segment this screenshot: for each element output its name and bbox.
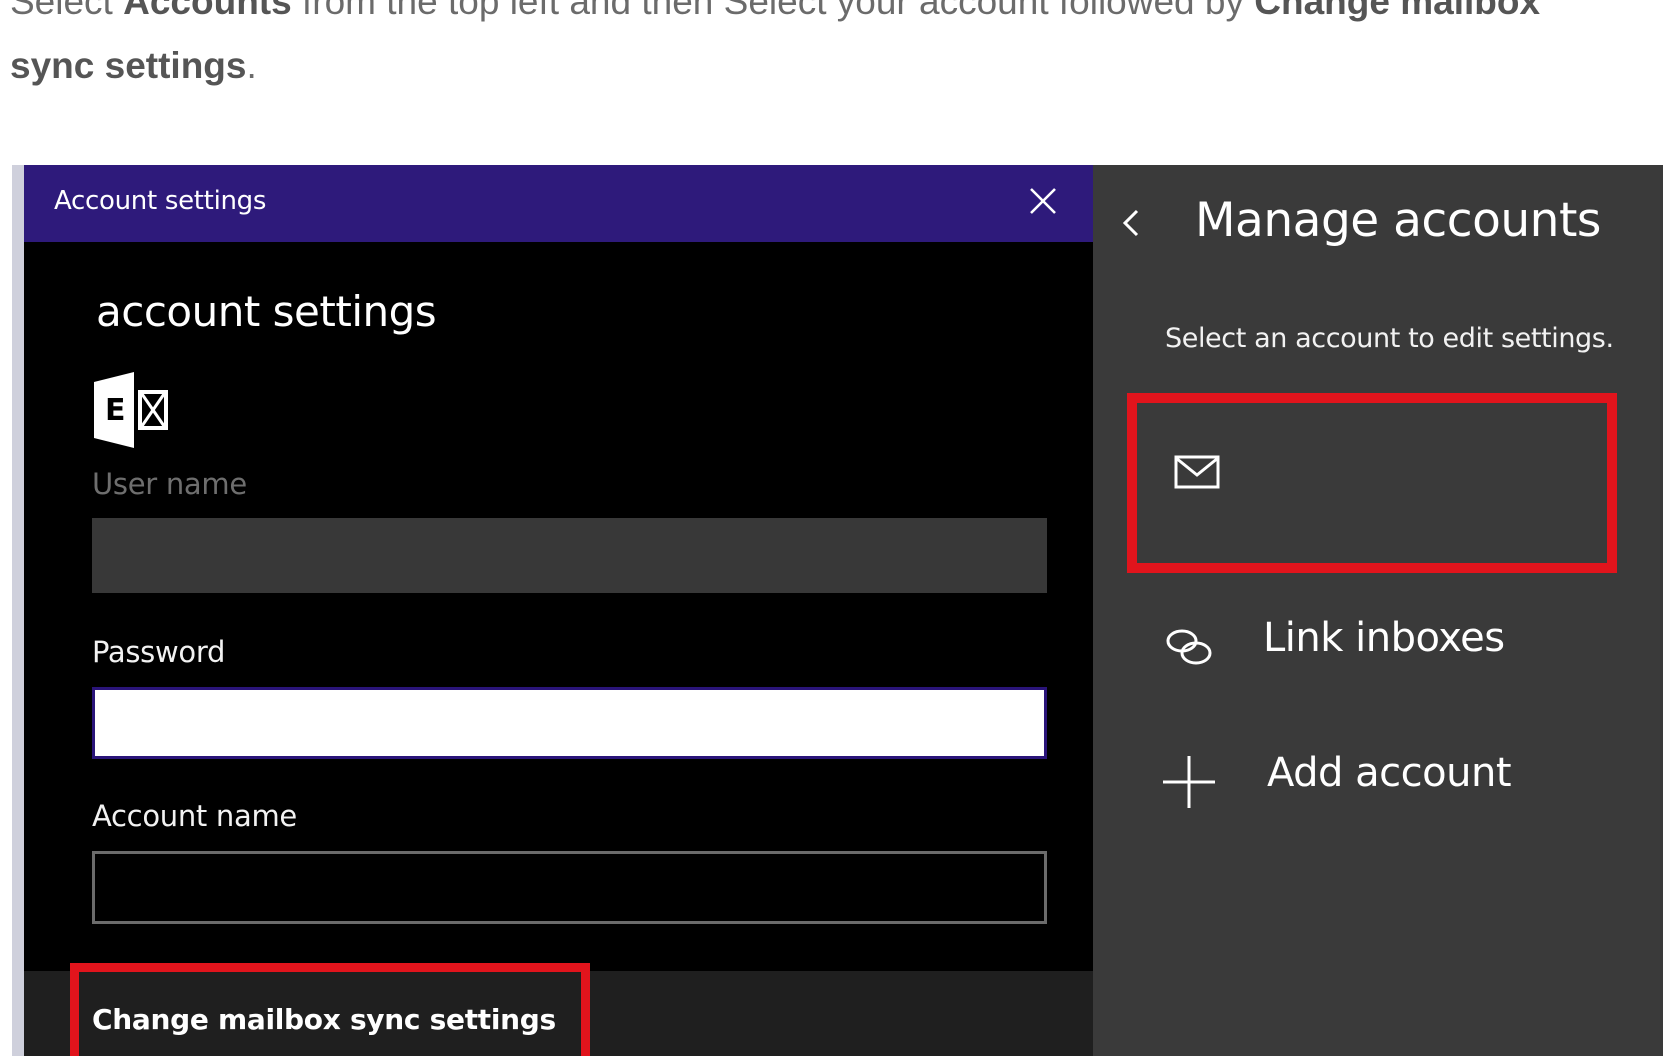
svg-text:E: E (105, 393, 126, 428)
instruction-line1-mid: from the top left and then Select your a… (291, 0, 1255, 22)
close-icon (1030, 188, 1056, 214)
pane-title: Manage accounts (1195, 193, 1601, 248)
link-inboxes-item[interactable]: Link inboxes (1161, 605, 1631, 685)
pane-subtitle: Select an account to edit settings. (1165, 323, 1614, 354)
password-field[interactable] (92, 687, 1047, 759)
add-account-item[interactable]: Add account (1161, 740, 1631, 820)
instruction-accounts-bold: Accounts (123, 0, 292, 22)
password-label: Password (92, 635, 226, 669)
instruction-line2-post: . (246, 45, 257, 86)
plus-icon (1163, 756, 1215, 808)
dialog-heading: account settings (96, 287, 437, 336)
link-inboxes-label: Link inboxes (1263, 615, 1505, 661)
exchange-logo-icon: E (94, 372, 168, 448)
chevron-left-icon (1122, 209, 1139, 237)
add-account-label: Add account (1267, 750, 1512, 796)
instruction-text: Select Accounts from the top left and th… (10, 0, 1650, 98)
highlight-box-sync-settings (70, 963, 590, 1056)
link-icon (1166, 629, 1212, 665)
instruction-change-mailbox-bold: Change mailbox (1254, 0, 1541, 22)
dialog-titlebar: Account settings (24, 165, 1093, 242)
mail-icon (1174, 455, 1220, 489)
dialog-window-title: Account settings (54, 186, 267, 216)
account-name-label: Account name (92, 799, 297, 833)
username-field[interactable] (92, 518, 1047, 593)
mail-settings-screenshot: Account settings account settings E User… (12, 165, 1663, 1056)
instruction-sync-settings-bold: sync settings (10, 45, 247, 86)
account-settings-dialog: Account settings account settings E User… (24, 165, 1093, 1056)
back-button[interactable] (1113, 203, 1147, 243)
username-label: User name (92, 467, 247, 501)
close-button[interactable] (1024, 182, 1062, 220)
instruction-line1-pre: Select (10, 0, 124, 22)
account-name-field[interactable] (92, 851, 1047, 924)
screenshot-edge (12, 165, 24, 1056)
manage-accounts-pane: Manage accounts Select an account to edi… (1093, 165, 1663, 1056)
account-list-item[interactable] (1127, 393, 1617, 573)
